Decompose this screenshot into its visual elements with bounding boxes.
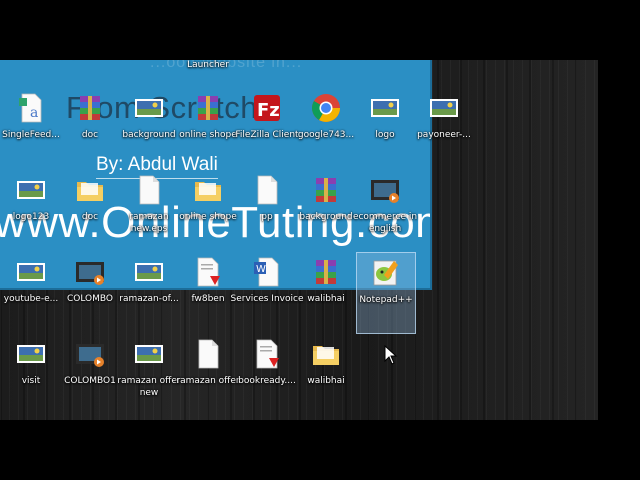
folder-icon: [74, 174, 106, 206]
desktop-icon[interactable]: COLOMBO1: [61, 334, 119, 414]
desktop-icon[interactable]: walibhai: [297, 334, 355, 414]
desktop-icon-label: payoneer-...: [417, 130, 471, 140]
desktop-icon[interactable]: youtube-e...: [2, 252, 60, 332]
desktop-icon[interactable]: a SingleFeed...: [2, 88, 60, 168]
video-file-icon: [74, 338, 106, 370]
desktop-icon[interactable]: npp.6.6.7.In...: [356, 60, 414, 86]
desktop-icon[interactable]: ramazan offer: [176, 334, 240, 414]
desktop-icon[interactable]: ecommerce in english: [353, 170, 417, 250]
desktop-icon-label: Notepad++: [359, 295, 413, 305]
filezilla-icon: Fz: [251, 92, 283, 124]
desktop-icon[interactable]: payoneer-c...: [120, 60, 178, 86]
svg-text:Fz: Fz: [257, 100, 280, 121]
desktop-icon[interactable]: pp: [238, 170, 296, 250]
image-file-icon: [15, 256, 47, 288]
image-file-icon: [133, 338, 165, 370]
desktop-icon[interactable]: doc: [61, 170, 119, 250]
svg-text:W: W: [256, 264, 266, 275]
desktop-icon[interactable]: ramazan offer new: [117, 334, 181, 414]
image-file-icon: [133, 92, 165, 124]
desktop-icon[interactable]: ramazan new.eps: [120, 170, 178, 250]
desktop-icon[interactable]: Notepad++: [356, 252, 416, 334]
mouse-cursor-icon: [384, 345, 398, 365]
video-file-icon: [74, 256, 106, 288]
desktop-icon[interactable]: online shope: [179, 88, 237, 168]
text-file-icon: a: [15, 92, 47, 124]
desktop-icon[interactable]: payoneer-s...: [61, 60, 119, 86]
desktop-icon[interactable]: To do List: [415, 60, 473, 86]
winrar-archive-icon: [310, 256, 342, 288]
desktop-icon[interactable]: background: [120, 88, 178, 168]
word-document-icon: W: [251, 256, 283, 288]
desktop-icon[interactable]: onlinetutin...: [2, 60, 60, 86]
desktop-icon[interactable]: Fz FileZilla Client: [235, 88, 299, 168]
desktop-icon[interactable]: wali-bhai: [297, 60, 355, 86]
desktop-icon[interactable]: google743...: [297, 88, 355, 168]
desktop-icon-label: ecommerce in english: [352, 212, 418, 234]
winrar-archive-icon: [310, 174, 342, 206]
image-file-icon: [15, 338, 47, 370]
desktop-icon-label: walibhai: [307, 376, 345, 386]
folder-icon: [310, 338, 342, 370]
desktop-icon-label: Chrome App Launcher: [187, 60, 229, 70]
desktop-icon[interactable]: background: [297, 170, 355, 250]
blank-file-icon: [192, 338, 224, 370]
notepad-plus-plus-icon: [370, 257, 402, 289]
image-file-icon: [428, 92, 460, 124]
desktop-icon[interactable]: online shope: [179, 170, 237, 250]
blank-file-icon: [251, 174, 283, 206]
desktop-icon[interactable]: payoneer-...: [415, 88, 473, 168]
folder-icon: [192, 174, 224, 206]
svg-text:a: a: [30, 105, 38, 121]
desktop-icon[interactable]: Paypal-IPN...: [238, 60, 296, 86]
desktop-icon[interactable]: ramazan-of...: [119, 252, 179, 332]
desktop-icon[interactable]: W Services Invoice: [231, 252, 304, 332]
desktop-icon[interactable]: walibhai: [297, 252, 355, 332]
image-file-icon: [15, 174, 47, 206]
image-file-icon: [133, 256, 165, 288]
desktop[interactable]: ...ooh Website in... From Scratch! By: A…: [0, 60, 598, 420]
desktop-icon[interactable]: logo123: [2, 170, 60, 250]
winrar-archive-icon: [192, 92, 224, 124]
image-file-icon: [369, 92, 401, 124]
desktop-icon[interactable]: fw8ben: [179, 252, 237, 332]
pdf-file-icon: [192, 256, 224, 288]
desktop-icon[interactable]: logo: [356, 88, 414, 168]
chrome-icon: [310, 92, 342, 124]
pdf-file-icon: [251, 338, 283, 370]
desktop-icon[interactable]: visit: [2, 334, 60, 414]
desktop-icon[interactable]: Chrome App Launcher: [179, 60, 237, 86]
desktop-icon[interactable]: bookready....: [238, 334, 296, 414]
winrar-archive-icon: [74, 92, 106, 124]
blank-file-icon: [133, 174, 165, 206]
desktop-icon[interactable]: doc: [61, 88, 119, 168]
desktop-icon[interactable]: COLOMBO: [61, 252, 119, 332]
video-file-icon: [369, 174, 401, 206]
